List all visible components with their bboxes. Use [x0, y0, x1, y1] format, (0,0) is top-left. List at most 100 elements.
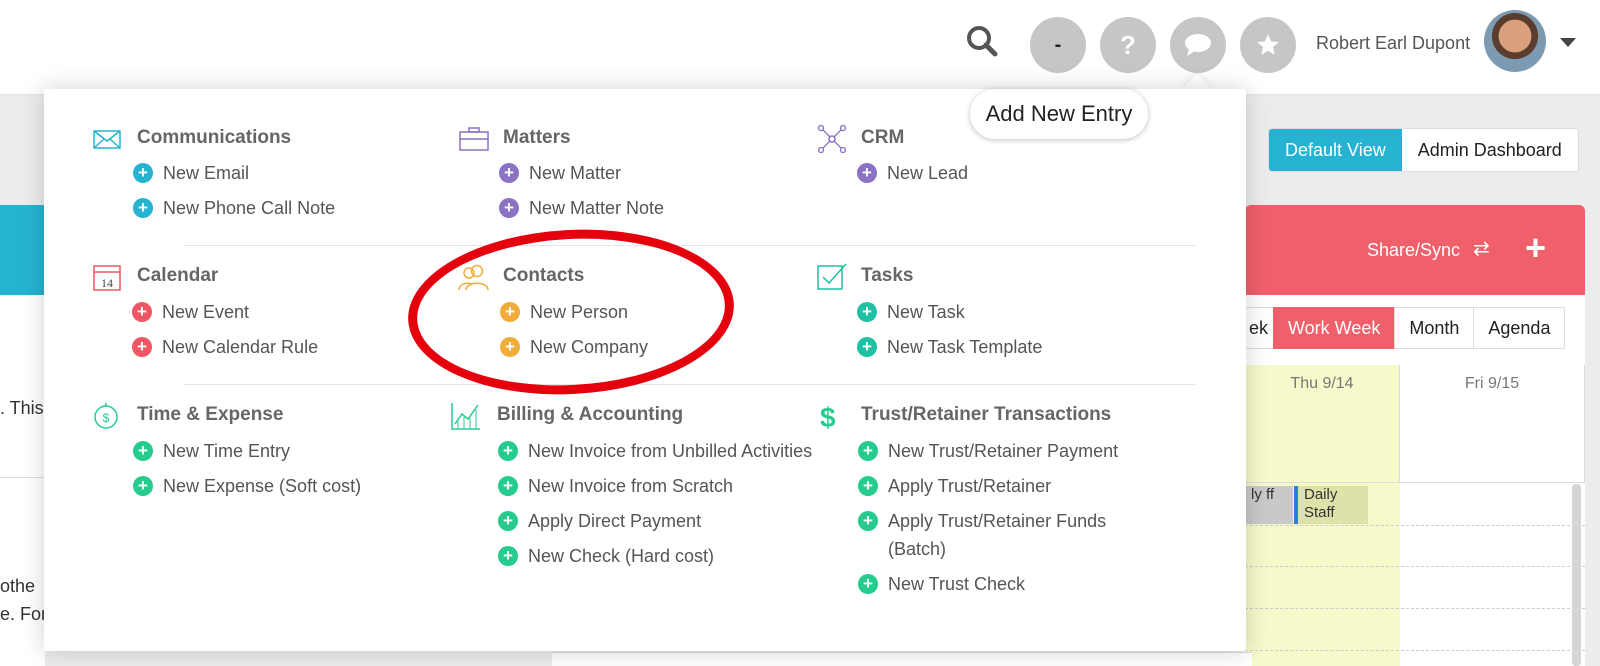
avatar[interactable] [1484, 10, 1546, 72]
item-label: New Email [163, 162, 250, 183]
item-label: New Time Entry [163, 440, 291, 461]
calendar-event[interactable]: ly ff [1245, 486, 1293, 524]
checkbox-icon [817, 263, 847, 290]
new-event-item[interactable]: + New Event [132, 297, 249, 327]
plus-icon: + [498, 546, 518, 566]
item-label: New Company [530, 336, 649, 357]
day-header[interactable]: Fri 9/15 [1400, 365, 1585, 483]
plus-icon: + [858, 574, 878, 594]
admin-dashboard-button[interactable]: Admin Dashboard [1402, 129, 1578, 171]
new-invoice-unbilled-item[interactable]: + New Invoice from Unbilled Activities [498, 436, 812, 466]
new-matter-note-item[interactable]: + New Matter Note [499, 193, 664, 223]
item-label: New Task [887, 301, 965, 322]
item-label: Apply Trust/Retainer Funds [888, 510, 1107, 531]
new-task-item[interactable]: + New Task [857, 297, 965, 327]
top-bar: - ? Robert Earl Dupont [0, 0, 1600, 95]
apply-direct-payment-item[interactable]: + Apply Direct Payment [498, 506, 701, 536]
help-button[interactable]: ? [1100, 17, 1156, 73]
share-sync-button[interactable]: Share/Sync [1367, 240, 1460, 261]
default-view-button[interactable]: Default View [1269, 129, 1402, 171]
item-label: New Calendar Rule [162, 336, 319, 357]
section-title: Trust/Retainer Transactions [861, 404, 1112, 425]
left-text-line: e. For [0, 604, 48, 624]
chevron-down-icon[interactable] [1560, 38, 1576, 47]
divider [0, 477, 45, 478]
item-label: New Event [162, 301, 250, 322]
chat-bubble-icon [1185, 34, 1211, 56]
favorites-button[interactable] [1240, 17, 1296, 73]
envelope-icon [93, 130, 121, 149]
item-label: New Check (Hard cost) [528, 545, 715, 566]
day-header[interactable]: Thu 9/14 [1245, 365, 1400, 483]
apply-trust-funds-batch-continued[interactable]: (Batch) [888, 534, 946, 564]
view-toggle: Default View Admin Dashboard [1268, 128, 1579, 172]
plus-icon: + [857, 163, 877, 183]
new-person-item[interactable]: + New Person [500, 297, 628, 327]
item-label: Apply Direct Payment [528, 510, 702, 531]
divider [184, 245, 1196, 246]
divider [184, 384, 1196, 385]
item-label: New Person [530, 301, 629, 322]
left-panel-header [0, 205, 45, 295]
apply-trust-item[interactable]: + Apply Trust/Retainer [858, 471, 1051, 501]
time-gridline [1245, 525, 1585, 526]
tab-agenda[interactable]: Agenda [1473, 307, 1566, 349]
calendar-view-tabs: ek Work Week Month Agenda [1244, 307, 1566, 349]
section-title: Matters [503, 127, 571, 148]
item-label: New Expense (Soft cost) [163, 475, 362, 496]
item-label: New Matter Note [529, 197, 665, 218]
new-lead-item[interactable]: + New Lead [857, 158, 968, 188]
calendar-bottom-strip [552, 652, 1252, 666]
item-label: Apply Trust/Retainer [888, 475, 1052, 496]
plus-icon: + [858, 441, 878, 461]
left-text-line: . This [0, 398, 44, 418]
new-email-item[interactable]: + New Email [133, 158, 249, 188]
item-label: New Task Template [887, 336, 1043, 357]
chat-button[interactable] [1170, 17, 1226, 73]
stopwatch-dollar-icon: $ [94, 403, 118, 429]
tab-week[interactable]: ek [1244, 307, 1274, 349]
new-phone-call-note-item[interactable]: + New Phone Call Note [133, 193, 335, 223]
plus-icon: + [133, 441, 153, 461]
user-name[interactable]: Robert Earl Dupont [1316, 33, 1470, 54]
item-label: New Invoice from Unbilled Activities [528, 440, 813, 461]
add-event-button[interactable]: + [1525, 227, 1546, 269]
new-trust-check-item[interactable]: + New Trust Check [858, 569, 1025, 599]
plus-icon: + [132, 302, 152, 322]
tab-work-week[interactable]: Work Week [1273, 307, 1396, 349]
new-calendar-rule-item[interactable]: + New Calendar Rule [132, 332, 318, 362]
item-label: (Batch) [888, 538, 947, 559]
new-company-item[interactable]: + New Company [500, 332, 648, 362]
people-icon [458, 264, 489, 291]
svg-text:$: $ [820, 402, 836, 430]
plus-icon: + [133, 198, 153, 218]
new-time-entry-item[interactable]: + New Time Entry [133, 436, 290, 466]
svg-text:$: $ [103, 411, 110, 425]
new-matter-item[interactable]: + New Matter [499, 158, 621, 188]
tab-month[interactable]: Month [1394, 307, 1475, 349]
new-check-item[interactable]: + New Check (Hard cost) [498, 541, 714, 571]
section-title: Communications [137, 127, 292, 148]
plus-icon: + [499, 163, 519, 183]
calendar-scrollbar[interactable] [1572, 484, 1581, 666]
new-task-template-item[interactable]: + New Task Template [857, 332, 1042, 362]
apply-trust-funds-batch-item[interactable]: + Apply Trust/Retainer Funds [858, 506, 1106, 536]
item-label: New Phone Call Note [163, 197, 336, 218]
sync-icon[interactable]: ⇄ [1473, 236, 1490, 261]
plus-icon: + [498, 441, 518, 461]
plus-icon: + [133, 476, 153, 496]
item-label: New Invoice from Scratch [528, 475, 734, 496]
new-trust-payment-item[interactable]: + New Trust/Retainer Payment [858, 436, 1118, 466]
minimize-label: - [1054, 33, 1062, 56]
new-expense-item[interactable]: + New Expense (Soft cost) [133, 471, 361, 501]
plus-icon: + [132, 337, 152, 357]
new-invoice-scratch-item[interactable]: + New Invoice from Scratch [498, 471, 733, 501]
calendar-event[interactable]: Daily Staff [1294, 486, 1368, 524]
search-icon[interactable] [965, 24, 1001, 60]
section-title: Tasks [861, 265, 914, 286]
item-label: New Trust/Retainer Payment [888, 440, 1119, 461]
plus-icon: + [499, 198, 519, 218]
plus-icon: + [858, 511, 878, 531]
time-gridline [1245, 608, 1585, 609]
minimize-button[interactable]: - [1030, 17, 1086, 73]
